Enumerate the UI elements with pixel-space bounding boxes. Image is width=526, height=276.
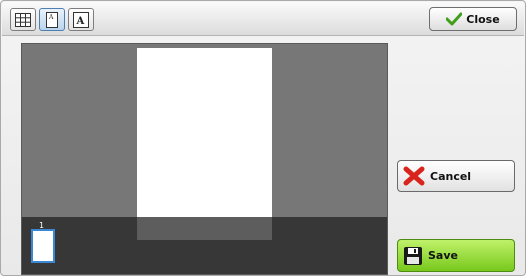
svg-text:A: A xyxy=(76,16,85,27)
grid-view-button[interactable] xyxy=(10,8,36,31)
cancel-button[interactable]: Cancel xyxy=(397,160,515,192)
floppy-disk-icon xyxy=(403,246,423,266)
single-page-view-button[interactable]: A xyxy=(39,8,65,31)
preview-page xyxy=(137,48,272,240)
text-page-view-button[interactable]: A xyxy=(68,8,94,31)
thumbnail-page-1[interactable] xyxy=(33,231,53,261)
checkmark-icon xyxy=(446,12,463,26)
svg-text:A: A xyxy=(48,14,54,21)
grid-view-icon xyxy=(15,12,31,27)
save-button[interactable]: Save xyxy=(397,239,515,272)
cancel-label: Cancel xyxy=(430,169,472,183)
close-button[interactable]: Close xyxy=(429,7,517,31)
preview-area[interactable]: 1 xyxy=(21,43,388,275)
thumbnail-strip[interactable]: 1 xyxy=(22,217,387,274)
single-page-view-icon: A xyxy=(45,11,59,28)
preview-dialog: A A Close 1 Cancel Save xyxy=(0,0,526,276)
text-page-view-icon: A xyxy=(73,11,89,28)
thumbnail-number: 1 xyxy=(39,221,45,230)
red-x-icon xyxy=(403,166,425,186)
close-label: Close xyxy=(466,12,500,26)
save-label: Save xyxy=(428,249,458,262)
toolbar: A A Close xyxy=(2,2,524,36)
